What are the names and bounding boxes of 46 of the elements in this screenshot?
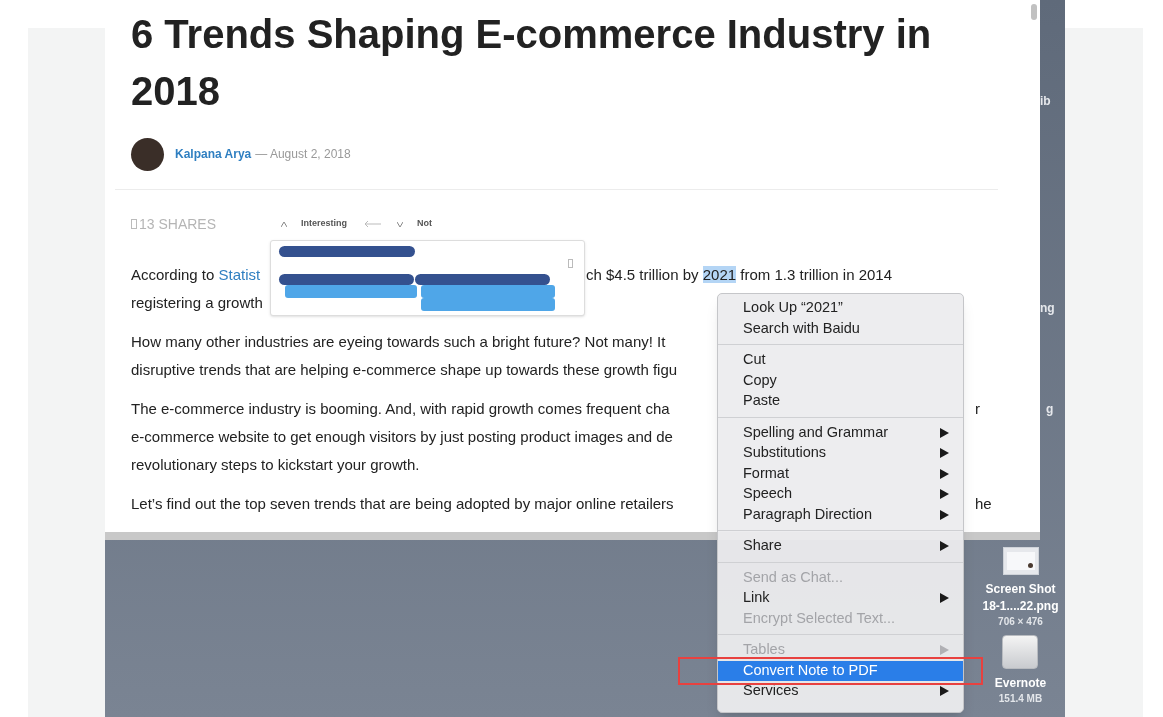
menu-item[interactable]: Spelling and Grammar — [718, 422, 963, 443]
vertical-scrollbar-thumb[interactable] — [1031, 4, 1037, 20]
article-text: revolutionary steps to kickstart your growth. — [131, 454, 420, 475]
article-title: 6 Trends Shaping E-commerce Industry in 2018 — [131, 11, 933, 115]
avatar — [131, 137, 164, 171]
article-text: The e-commerce industry is booming. And, with rapid growth comes frequent cha — [131, 398, 670, 419]
caret-down-icon[interactable] — [397, 221, 403, 227]
article-text: e-commerce website to get enough visitors by just posting product images and de — [131, 426, 673, 447]
menu-item[interactable]: Paste — [718, 391, 963, 412]
author-link[interactable]: Kalpana Arya — [175, 145, 252, 163]
article-text: ch $4.5 trillion by 2021 from 1.3 trillion in 2014 — [586, 264, 893, 285]
reaction-label: Interesting — [301, 217, 347, 231]
article-text: How many other industries are eyeing towards such a bright future? Not many! It — [131, 331, 666, 352]
file-label: ib — [1040, 93, 1052, 110]
article-text: According to Statist — [131, 264, 261, 285]
menu-item[interactable]: Share — [718, 536, 963, 557]
arrow-left-icon — [365, 221, 381, 227]
share-count: 13 SHARES — [139, 214, 217, 234]
menu-item[interactable]: Format — [718, 463, 963, 484]
menu-item[interactable]: Look Up “2021” — [718, 298, 963, 319]
menu-item[interactable]: Speech — [718, 484, 963, 505]
menu-item[interactable]: Services — [718, 681, 963, 702]
file-label: 18-1....22.png — [982, 598, 1059, 615]
menu-item[interactable]: Substitutions — [718, 443, 963, 464]
menu-item[interactable]: Copy — [718, 370, 963, 391]
menu-item[interactable]: Search with Baidu — [718, 318, 963, 339]
menu-item[interactable]: Link — [718, 588, 963, 609]
reaction-label: Not — [417, 217, 432, 231]
article-text: disruptive trends that are helping e-commerce shape up towards these growth figu — [131, 359, 678, 380]
caret-up-icon[interactable] — [281, 221, 287, 227]
article-text: r — [975, 398, 980, 419]
article-text: Let’s find out the top seven trends that are being adopted by major online retailers — [131, 493, 674, 514]
article-text: he — [975, 493, 992, 514]
file-label: Evernote — [994, 675, 1047, 692]
file-label: Screen Shot — [985, 581, 1056, 598]
file-info: 706 × 476 — [998, 615, 1043, 629]
menu-item[interactable]: Convert Note to PDF — [718, 660, 963, 681]
drive-icon[interactable] — [1002, 635, 1039, 669]
post-date: — August 2, 2018 — [255, 146, 351, 163]
article-text: registering a growth — [131, 292, 263, 313]
image-file-icon[interactable] — [1002, 547, 1039, 575]
file-label: ng — [1040, 300, 1056, 317]
file-label: g — [1045, 401, 1055, 418]
file-info: 151.4 MB — [998, 692, 1043, 706]
menu-item[interactable]: Paragraph Direction — [718, 504, 963, 525]
menu-item[interactable]: Cut — [718, 350, 963, 371]
